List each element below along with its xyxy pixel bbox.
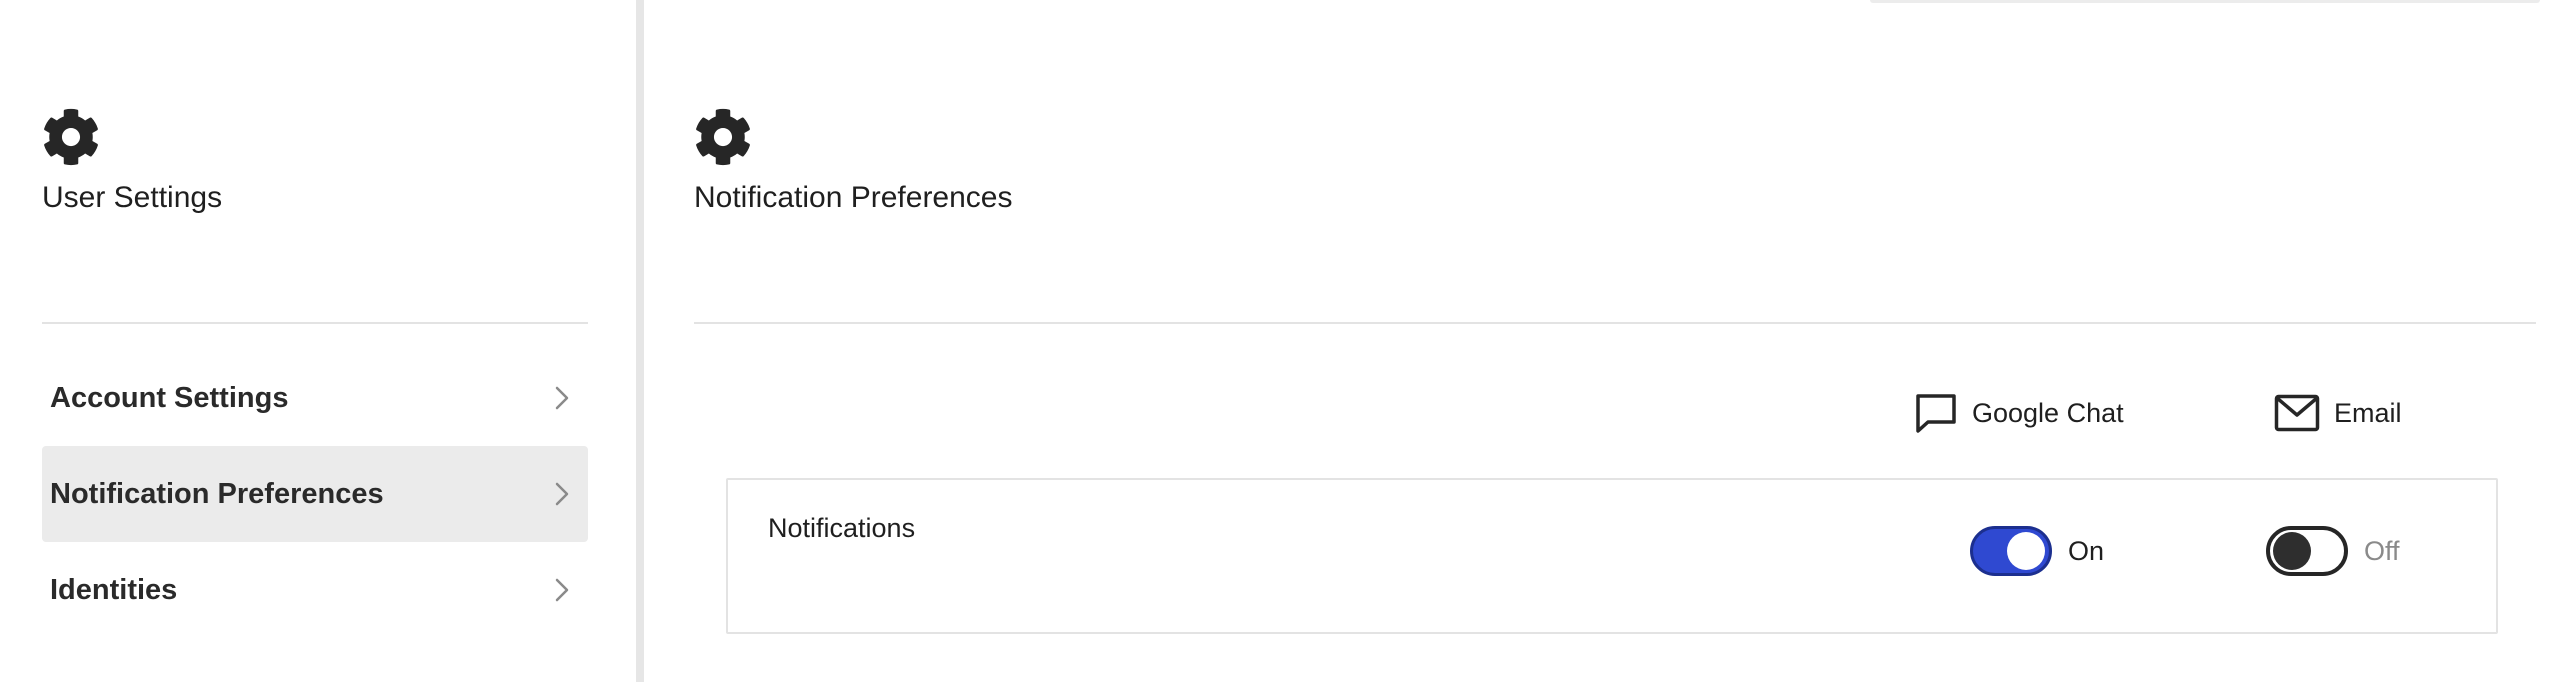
top-edge-shadow [1870,0,2540,3]
sidebar-title: User Settings [42,181,223,214]
sidebar-item-identities[interactable]: Identities [42,542,588,638]
sidebar-item-label: Identities [50,574,178,606]
google-chat-toggle[interactable] [1970,526,2052,576]
chevron-right-icon [550,480,574,508]
toggle-knob [2007,532,2045,570]
email-toggle[interactable] [2266,526,2348,576]
sidebar-item-account-settings[interactable]: Account Settings [42,350,588,446]
sidebar-item-notification-preferences[interactable]: Notification Preferences [42,446,588,542]
notification-row-card: Notifications On Off [726,478,2498,634]
google-chat-toggle-group: On [1970,526,2104,576]
sidebar-scroll-divider [636,0,644,682]
row-label: Notifications [768,513,916,543]
sidebar-item-label: Notification Preferences [50,478,384,510]
column-label: Google Chat [1972,397,2124,428]
sidebar: User Settings Account Settings Notificat… [0,0,636,682]
column-label: Email [2334,397,2402,428]
sidebar-divider [42,322,588,324]
envelope-icon [2274,394,2320,432]
page-title: Notification Preferences [694,181,1013,214]
chevron-right-icon [550,384,574,412]
main-divider [694,322,2536,324]
toggle-knob [2273,532,2311,570]
gear-icon [42,108,100,166]
google-chat-toggle-label: On [2068,535,2105,566]
chevron-right-icon [550,576,574,604]
chat-bubble-icon [1916,394,1956,433]
email-toggle-group: Off [2266,526,2400,576]
gear-icon [694,108,752,166]
column-header-google-chat: Google Chat [1914,390,2124,436]
email-toggle-label: Off [2364,535,2400,566]
column-header-email: Email [2274,390,2402,436]
sidebar-item-label: Account Settings [50,382,289,414]
